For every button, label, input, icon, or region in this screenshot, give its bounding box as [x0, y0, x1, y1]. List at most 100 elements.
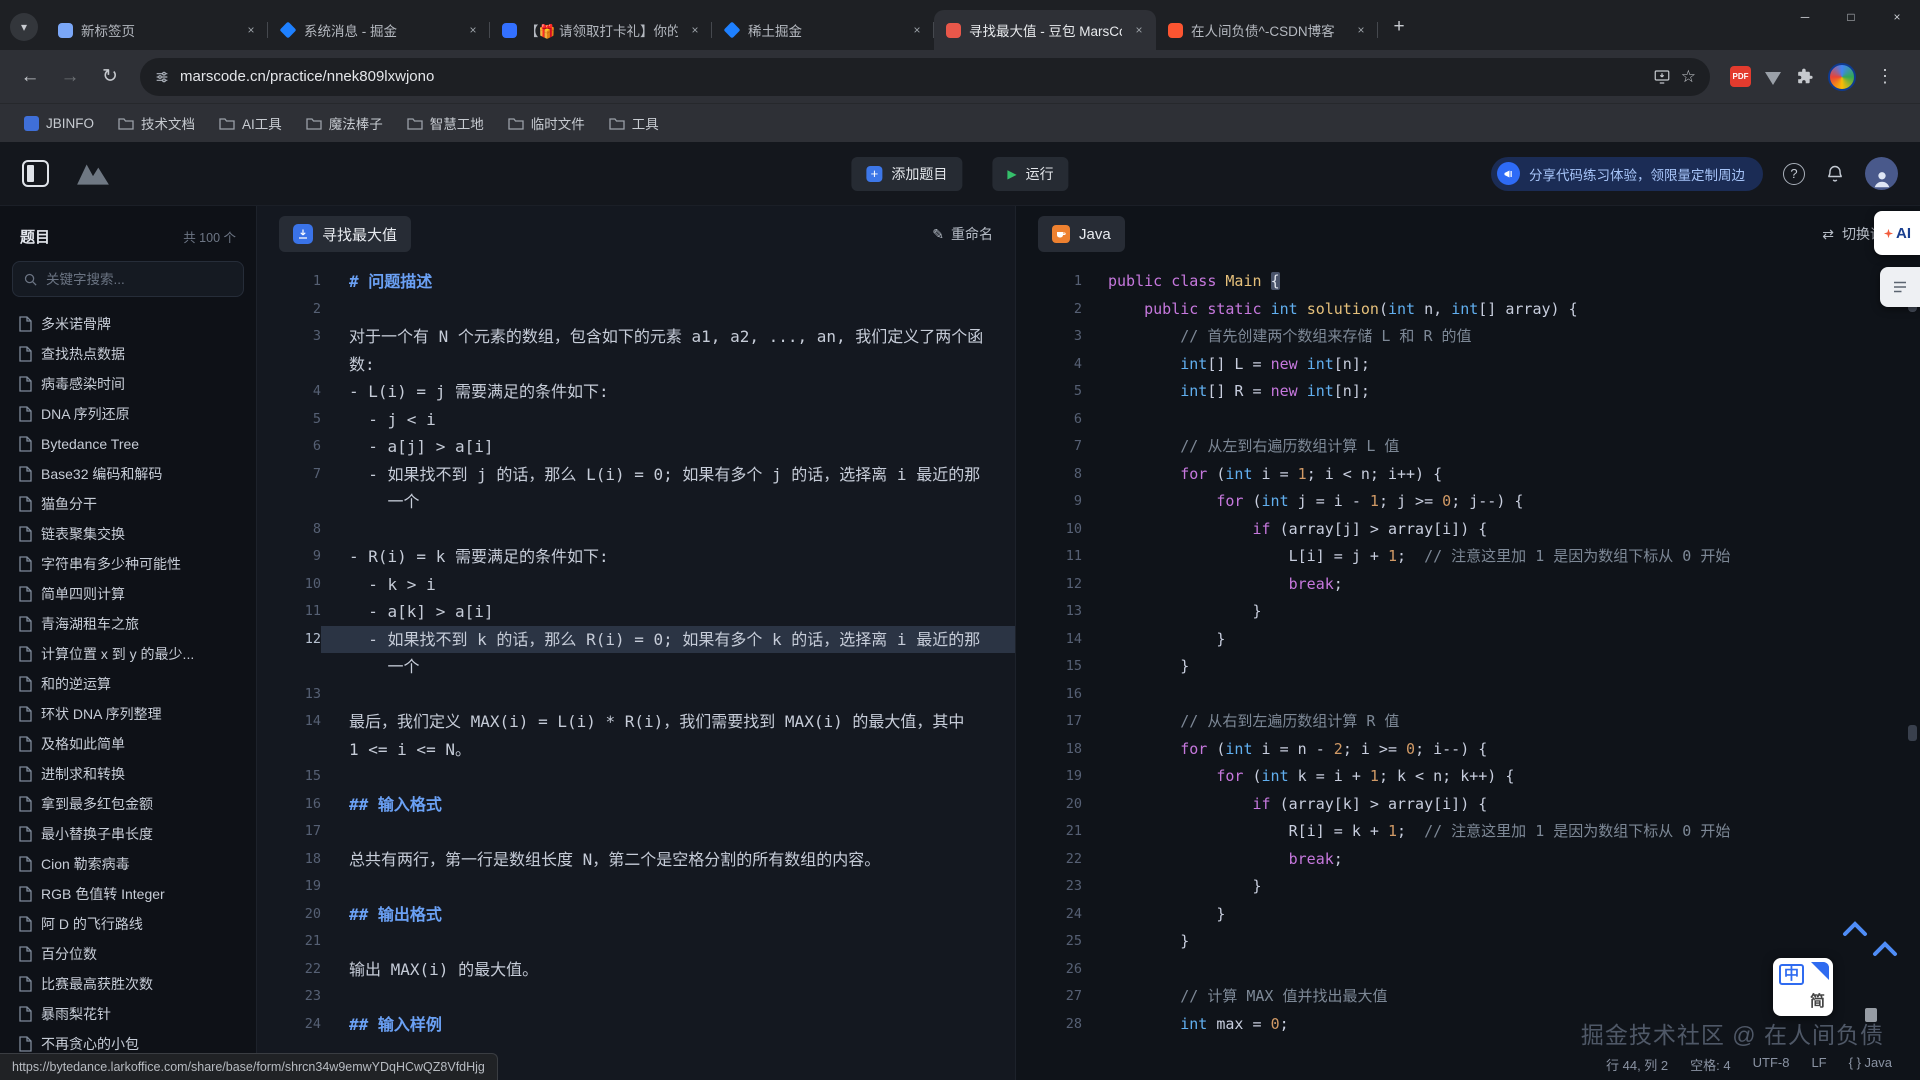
problem-list-item[interactable]: 简单四则计算 — [0, 579, 256, 609]
close-button[interactable]: × — [1874, 0, 1920, 34]
ai-assistant-button[interactable]: AI — [1874, 211, 1920, 255]
problem-list-item[interactable]: 环状 DNA 序列整理 — [0, 699, 256, 729]
problem-list-item[interactable]: 进制求和转换 — [0, 759, 256, 789]
tab-close-icon[interactable]: × — [1130, 21, 1148, 39]
line-number: 9 — [257, 543, 321, 571]
pdf-extension-icon[interactable]: PDF — [1730, 66, 1751, 87]
problem-description[interactable]: 1# 问题描述23对于一个有 N 个元素的数组，包含如下的元素 a1, a2, … — [257, 262, 1015, 1080]
description-line: 4- L(i) = j 需要满足的条件如下: — [257, 378, 1015, 406]
problem-item-label: 多米诺骨牌 — [41, 314, 111, 334]
problem-list-item[interactable]: 百分位数 — [0, 939, 256, 969]
line-text: - L(i) = j 需要满足的条件如下: — [321, 378, 1015, 406]
browser-tab[interactable]: 新标签页× — [46, 10, 268, 50]
share-banner[interactable]: 分享代码练习体验，领限量定制周边 — [1491, 157, 1763, 191]
browser-tab[interactable]: 稀土掘金× — [712, 10, 934, 50]
address-bar[interactable]: marscode.cn/practice/nnek809lxwjono ☆ — [140, 58, 1710, 96]
page-mini-icon[interactable] — [1864, 1007, 1878, 1028]
problem-list-item[interactable]: 拿到最多红包金额 — [0, 789, 256, 819]
bookmark-item[interactable]: JBINFO — [14, 112, 104, 135]
problem-list-item[interactable]: 青海湖租车之旅 — [0, 609, 256, 639]
new-tab-button[interactable]: + — [1384, 12, 1414, 42]
extension-icon[interactable] — [1765, 72, 1781, 85]
bookmark-item[interactable]: AI工具 — [209, 109, 292, 137]
problem-list-item[interactable]: 病毒感染时间 — [0, 369, 256, 399]
run-button[interactable]: ▶ 运行 — [992, 157, 1068, 191]
maximize-button[interactable]: □ — [1828, 0, 1874, 34]
bookmark-item[interactable]: 技术文档 — [108, 109, 205, 137]
bookmarks-bar: JBINFO技术文档AI工具魔法棒子智慧工地临时文件工具 — [0, 104, 1920, 142]
translate-widget[interactable]: 中 简 — [1773, 958, 1833, 1016]
bookmark-item[interactable]: 智慧工地 — [397, 109, 494, 137]
problem-list-item[interactable]: 多米诺骨牌 — [0, 309, 256, 339]
search-input[interactable] — [46, 272, 233, 287]
code-line: 12 break; — [1016, 571, 1920, 599]
code-text: } — [1082, 598, 1262, 626]
bookmark-item[interactable]: 临时文件 — [498, 109, 595, 137]
line-text: 对于一个有 N 个元素的数组，包含如下的元素 a1, a2, ..., an, … — [321, 323, 1015, 351]
problem-list-item[interactable]: 链表聚集交换 — [0, 519, 256, 549]
problem-list-item[interactable]: RGB 色值转 Integer — [0, 879, 256, 909]
minimize-button[interactable]: ─ — [1782, 0, 1828, 34]
tab-search-button[interactable]: ▾ — [10, 13, 38, 41]
problem-list-item[interactable]: 阿 D 的飞行路线 — [0, 909, 256, 939]
problem-list-item[interactable]: 计算位置 x 到 y 的最少... — [0, 639, 256, 669]
problem-list-item[interactable]: 和的逆运算 — [0, 669, 256, 699]
browser-tab[interactable]: 在人间负债^-CSDN博客× — [1156, 10, 1378, 50]
help-icon[interactable]: ? — [1783, 163, 1805, 185]
problem-list-item[interactable]: 字符串有多少种可能性 — [0, 549, 256, 579]
problem-list-item[interactable]: 暴雨梨花针 — [0, 999, 256, 1029]
language-chip[interactable]: Java — [1038, 216, 1125, 252]
bookmark-item[interactable]: 魔法棒子 — [296, 109, 393, 137]
problem-list-item[interactable]: 查找热点数据 — [0, 339, 256, 369]
site-info-icon[interactable] — [154, 69, 170, 85]
add-problem-button[interactable]: + 添加题目 — [851, 157, 962, 191]
line-number: 22 — [257, 956, 321, 984]
extensions-puzzle-icon[interactable] — [1795, 67, 1814, 86]
problem-list-item[interactable]: Base32 编码和解码 — [0, 459, 256, 489]
forward-button[interactable]: → — [52, 59, 88, 95]
user-avatar[interactable] — [1865, 157, 1898, 190]
sidebar-toggle-icon[interactable] — [22, 160, 49, 187]
editor-scrollbar[interactable] — [1908, 268, 1917, 1080]
tab-close-icon[interactable]: × — [686, 21, 704, 39]
line-number: 16 — [1016, 681, 1082, 709]
back-button[interactable]: ← — [12, 59, 48, 95]
reload-button[interactable]: ↻ — [92, 59, 128, 95]
browser-tab[interactable]: 寻找最大值 - 豆包 MarsCo× — [934, 10, 1156, 50]
tab-close-icon[interactable]: × — [1352, 21, 1370, 39]
tab-close-icon[interactable]: × — [908, 21, 926, 39]
tab-favicon-icon — [724, 22, 741, 39]
description-line: 6 - a[j] > a[i] — [257, 433, 1015, 461]
problem-list-item[interactable]: 最小替换子串长度 — [0, 819, 256, 849]
scroll-top-icon-2[interactable] — [1872, 941, 1898, 962]
tab-close-icon[interactable]: × — [242, 21, 260, 39]
problem-list-item[interactable]: Cion 勒索病毒 — [0, 849, 256, 879]
bell-icon[interactable] — [1825, 164, 1845, 184]
tab-close-icon[interactable]: × — [464, 21, 482, 39]
profile-avatar[interactable] — [1828, 63, 1856, 91]
problem-list-item[interactable]: 比赛最高获胜次数 — [0, 969, 256, 999]
browser-tab[interactable]: 【🎁 请领取打卡礼】你的× — [490, 10, 712, 50]
bookmark-item[interactable]: 工具 — [599, 109, 669, 137]
problem-title: 寻找最大值 — [322, 224, 397, 245]
problem-list-item[interactable]: 及格如此简单 — [0, 729, 256, 759]
install-app-icon[interactable] — [1653, 68, 1671, 86]
description-line: 17 — [257, 818, 1015, 846]
bookmark-star-icon[interactable]: ☆ — [1681, 67, 1696, 87]
browser-tab[interactable]: 系统消息 - 掘金× — [268, 10, 490, 50]
search-box[interactable] — [12, 261, 244, 297]
problem-list-item[interactable]: Bytedance Tree — [0, 429, 256, 459]
download-icon — [293, 224, 313, 244]
browser-menu-icon[interactable]: ⋮ — [1870, 66, 1900, 87]
extension-float-button[interactable] — [1880, 267, 1920, 307]
scroll-top-icon[interactable] — [1842, 921, 1868, 942]
line-number: 8 — [257, 516, 321, 544]
line-number: 9 — [1016, 488, 1082, 516]
problem-list-item[interactable]: DNA 序列还原 — [0, 399, 256, 429]
description-line: 15 — [257, 763, 1015, 791]
url-text[interactable]: marscode.cn/practice/nnek809lxwjono — [180, 68, 1643, 85]
floating-toolbar: AI — [1874, 211, 1920, 307]
problem-list-item[interactable]: 猫鱼分干 — [0, 489, 256, 519]
code-line: 7 // 从左到右遍历数组计算 L 值 — [1016, 433, 1920, 461]
rename-button[interactable]: ✎ 重命名 — [932, 224, 993, 244]
